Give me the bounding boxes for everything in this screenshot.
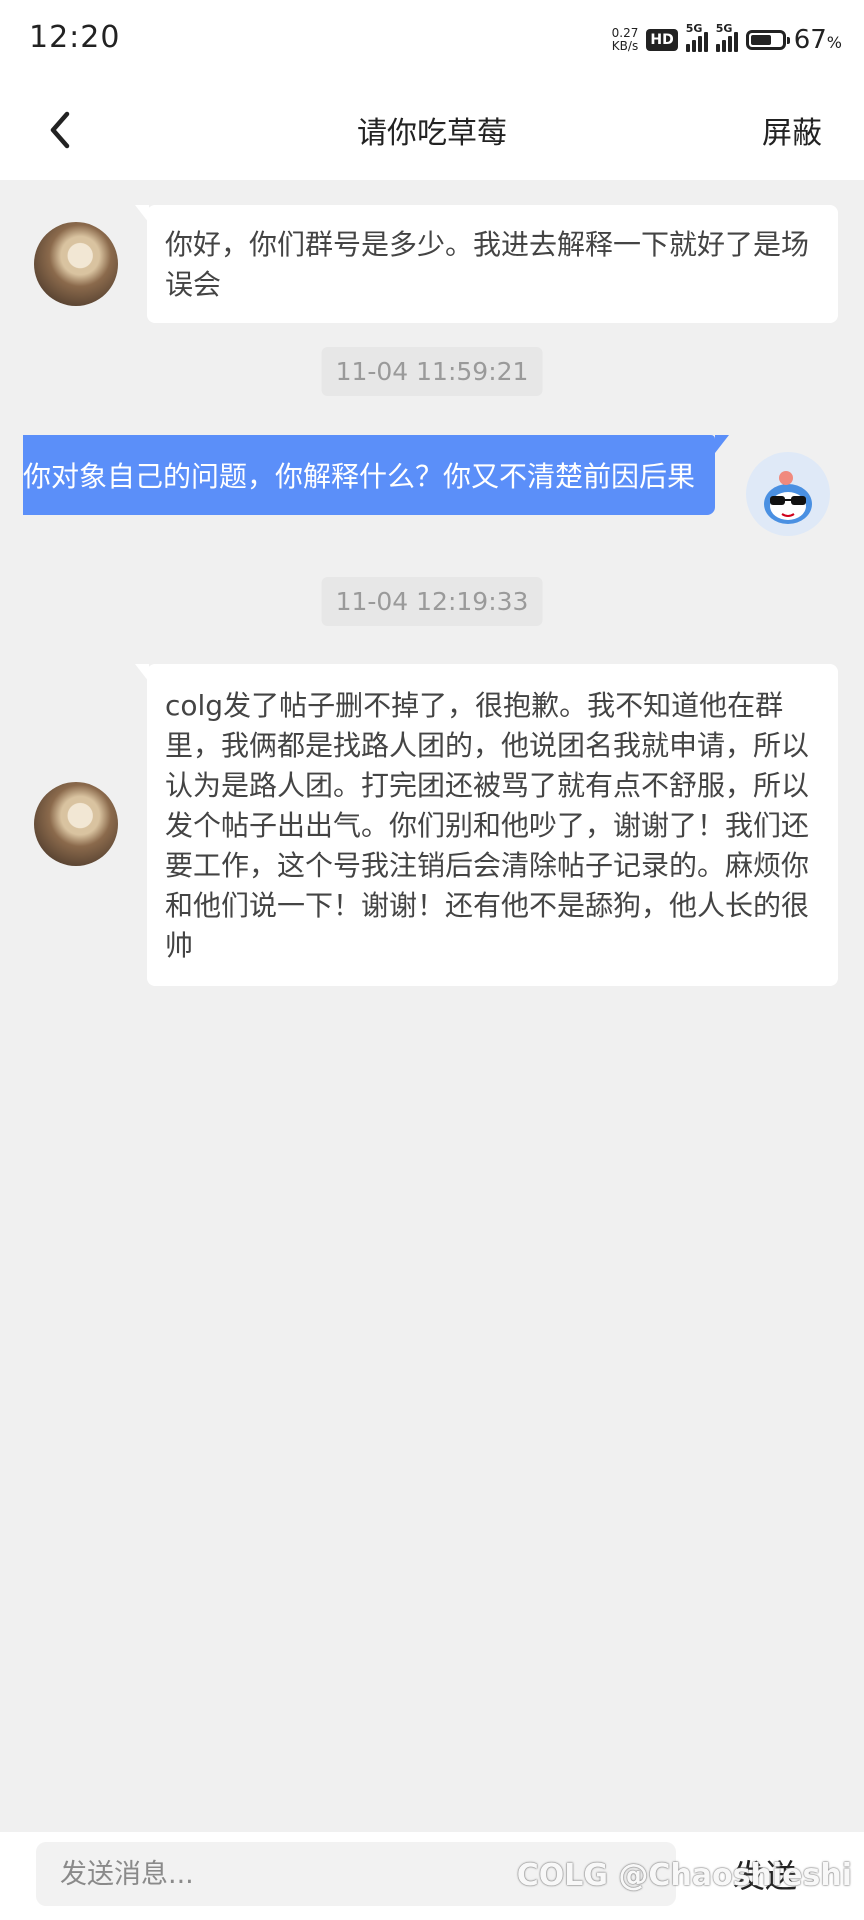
contact-avatar[interactable] [34,782,118,866]
battery-percent: 67% [793,25,842,55]
watermark: COLG @Chaoshieshi [516,1858,852,1893]
status-time: 12:20 [29,20,121,55]
incoming-message-bubble: 你好，你们群号是多少。我进去解释一下就好了是场误会 [135,205,838,323]
message-text: 你对象自己的问题，你解释什么？你又不清楚前因后果 [23,460,696,493]
status-bar: 12:20 0.27 KB/s HD 5G 5G 67% [0,0,864,80]
message-text: 你好，你们群号是多少。我进去解释一下就好了是场误会 [165,228,810,301]
network-speed: 0.27 KB/s [612,27,639,53]
net-speed-unit: KB/s [611,39,639,53]
signal-strength-icon: 5G [685,22,708,52]
chat-header: 请你吃草莓 屏蔽 [0,80,864,180]
message-timestamp: 11-04 12:19:33 [321,577,543,626]
outgoing-message-bubble: 你对象自己的问题，你解释什么？你又不清楚前因后果 [23,435,729,515]
block-button[interactable]: 屏蔽 [762,80,822,180]
battery-fill [750,35,771,45]
message-text: colg发了帖子删不掉了，很抱歉。我不知道他在群里，我俩都是找路人团的，他说团名… [165,689,810,962]
signal-type-label-2: 5G [715,22,733,35]
my-avatar[interactable] [746,452,830,536]
chat-title: 请你吃草莓 [357,116,507,151]
status-indicators: 0.27 KB/s HD 5G 5G 67% [612,20,842,60]
cartoon-avatar-icon [764,471,812,524]
battery-icon [745,30,790,50]
signal-strength-icon-2: 5G [715,22,738,52]
incoming-message-bubble: colg发了帖子删不掉了，很抱歉。我不知道他在群里，我俩都是找路人团的，他说团名… [135,664,838,986]
message-timestamp: 11-04 11:59:21 [321,347,543,396]
signal-type-label: 5G [685,22,703,35]
hd-voice-icon: HD [646,29,678,51]
contact-avatar[interactable] [34,222,118,306]
